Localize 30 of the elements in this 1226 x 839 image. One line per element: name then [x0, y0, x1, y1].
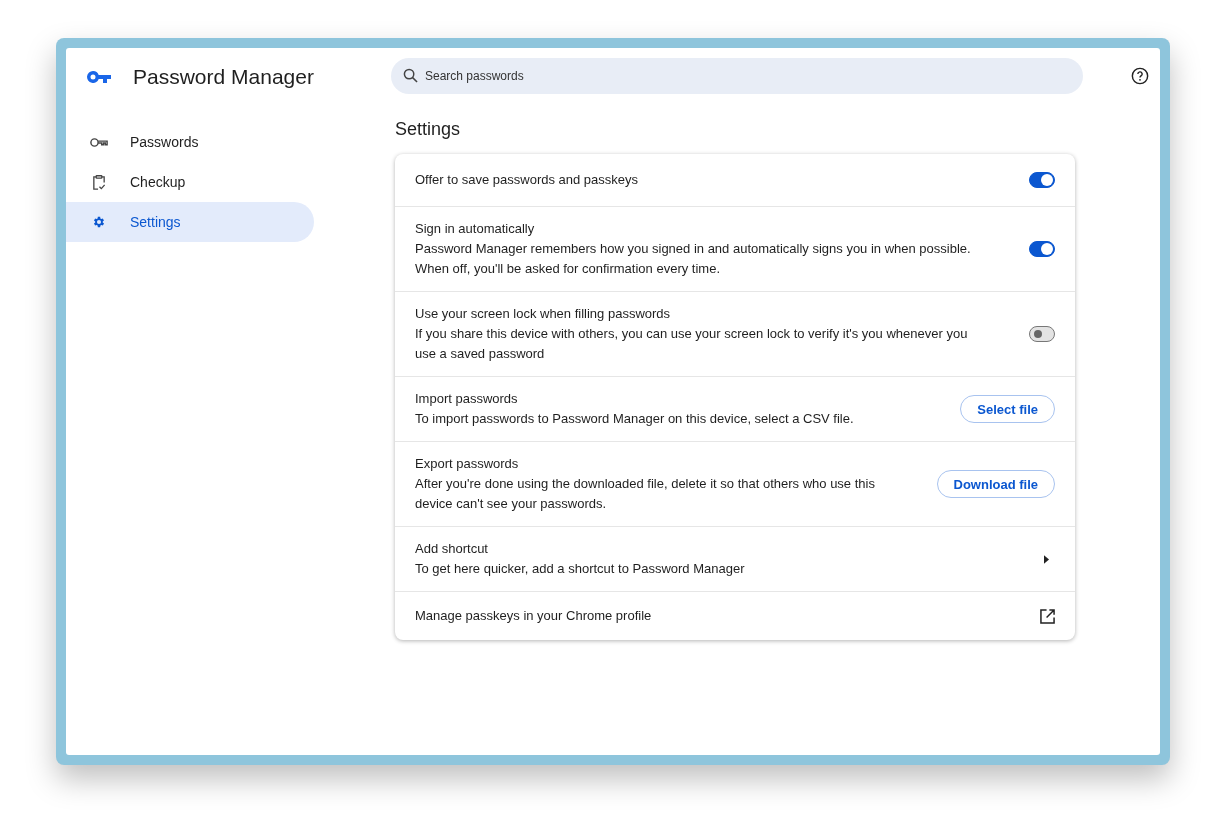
help-icon[interactable] [1131, 67, 1149, 85]
toggle-switch[interactable] [1029, 241, 1055, 257]
sidebar-item[interactable]: Passwords [66, 122, 314, 162]
setting-description: If you share this device with others, you can use your screen lock to verify it's you whenever you use a saved password [415, 325, 969, 363]
setting-title: Import passwords [415, 390, 519, 408]
caret-icon[interactable] [1044, 554, 1049, 564]
app-title: Password Manager [133, 65, 314, 89]
external-link-icon[interactable] [1040, 608, 1055, 624]
search-icon [403, 68, 418, 83]
setting-description: After you're done using the downloaded file, delete it so that others who use this device can't see your passwords. [415, 475, 876, 513]
clipboard-check-icon [90, 174, 108, 190]
sidebar-item[interactable]: Settings [66, 202, 314, 242]
key-icon [90, 136, 108, 148]
setting-description: To get here quicker, add a shortcut to Password Manager [415, 560, 746, 578]
toggle-switch[interactable] [1029, 172, 1055, 188]
setting-title: Manage passkeys in your Chrome profile [415, 607, 653, 625]
page-title: Settings [395, 119, 462, 140]
setting-title: Use your screen lock when filling passwords [415, 305, 672, 323]
setting-description: Password Manager remembers how you signed in and automatically signs you in when possible. When off, you'll be asked for confirmation every time. [415, 240, 972, 278]
search-field[interactable]: Search passwords [391, 58, 1083, 94]
setting-title: Offer to save passwords and passkeys [415, 171, 640, 189]
setting-description: To import passwords to Password Manager on this device, select a CSV file. [415, 410, 855, 428]
toggle-switch[interactable] [1029, 326, 1055, 342]
file-button[interactable]: Select file [960, 395, 1055, 423]
setting-title: Export passwords [415, 455, 520, 473]
key-icon [87, 71, 111, 83]
file-button[interactable]: Download file [936, 470, 1055, 498]
setting-title: Sign in automatically [415, 220, 536, 238]
sidebar-item[interactable]: Checkup [66, 162, 314, 202]
setting-title: Add shortcut [415, 540, 489, 558]
